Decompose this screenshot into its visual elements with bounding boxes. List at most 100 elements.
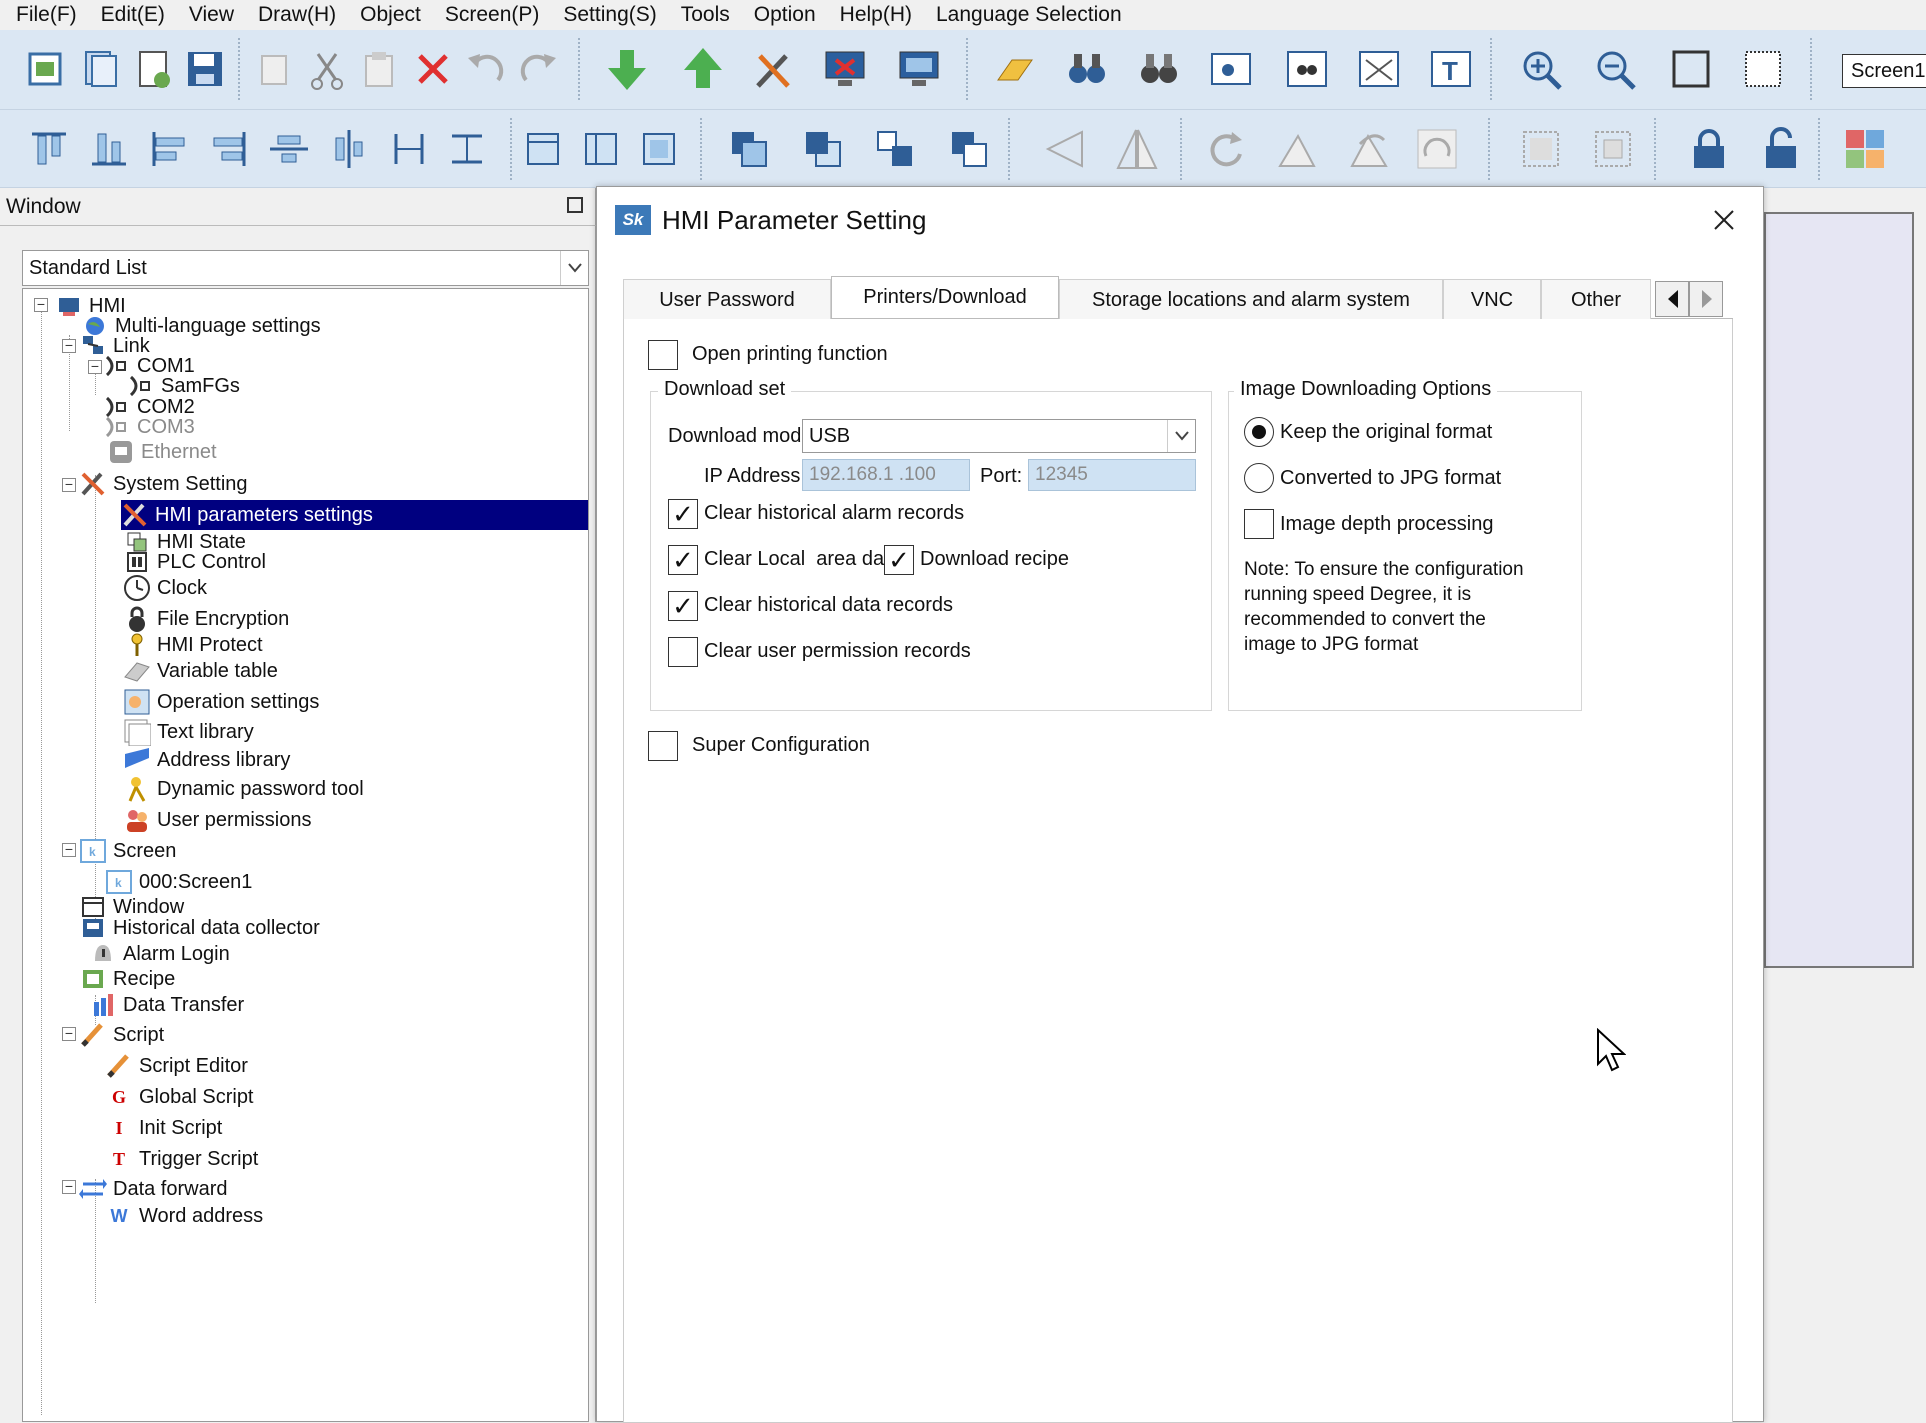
tree-item-user-permissions[interactable]: User permissions (123, 805, 311, 835)
redo-icon[interactable] (516, 46, 562, 92)
same-size-icon[interactable] (636, 126, 682, 172)
fit-screen-icon[interactable] (1668, 46, 1714, 92)
list-type-select[interactable]: Standard List (22, 250, 589, 286)
image-depth-checkbox[interactable] (1244, 509, 1274, 539)
align-right-icon[interactable] (206, 126, 252, 172)
same-height-icon[interactable] (578, 126, 624, 172)
copy-icon[interactable] (252, 46, 298, 92)
rotate-right-icon[interactable] (1346, 126, 1392, 172)
tree-item-script[interactable]: Script (79, 1020, 164, 1050)
tab-other[interactable]: Other (1541, 279, 1651, 319)
expand-link[interactable]: − (62, 338, 76, 353)
compile-tools-icon[interactable] (750, 46, 796, 92)
cross-reference-icon[interactable] (1284, 46, 1330, 92)
project-tree[interactable]: − − − − − − − HMI Multi-language setting… (22, 288, 589, 1422)
grid-icon[interactable] (1740, 46, 1786, 92)
tab-scroll-left-icon[interactable] (1655, 281, 1689, 317)
library-icon[interactable] (992, 46, 1038, 92)
distribute-vertical-icon[interactable] (444, 126, 490, 172)
save-icon[interactable] (182, 46, 228, 92)
download-recipe-checkbox[interactable]: ✓ (884, 545, 914, 575)
group-icon[interactable] (1518, 126, 1564, 172)
port-input[interactable]: 12345 (1028, 459, 1196, 491)
distribute-horizontal-icon[interactable] (386, 126, 432, 172)
download-icon[interactable] (604, 46, 650, 92)
expand-system-setting[interactable]: − (62, 477, 76, 492)
dialog-titlebar[interactable]: Sk HMI Parameter Setting (597, 187, 1763, 255)
tab-user-password[interactable]: User Password (623, 279, 831, 319)
menu-help[interactable]: Help(H) (828, 0, 924, 30)
menu-option[interactable]: Option (742, 0, 828, 30)
tree-item-data-forward[interactable]: Data forward (79, 1174, 228, 1204)
chevron-down-icon[interactable] (560, 251, 588, 285)
reset-transform-icon[interactable] (1414, 126, 1460, 172)
expand-hmi[interactable]: − (34, 297, 48, 312)
unlock-icon[interactable] (1758, 126, 1804, 172)
offline-simulation-icon[interactable] (822, 46, 868, 92)
new-file-icon[interactable] (130, 46, 176, 92)
multi-language-text-icon[interactable] (1842, 126, 1888, 172)
ungroup-icon[interactable] (1590, 126, 1636, 172)
expand-data-forward[interactable]: − (62, 1179, 76, 1194)
delete-icon[interactable] (410, 46, 456, 92)
super-config-checkbox[interactable] (648, 731, 678, 761)
convert-jpg-radio[interactable] (1244, 463, 1274, 493)
flip-horizontal-icon[interactable] (1042, 126, 1088, 172)
menu-object[interactable]: Object (348, 0, 433, 30)
expand-com1[interactable]: − (88, 359, 102, 374)
replace-icon[interactable] (1136, 46, 1182, 92)
tree-item-system-setting[interactable]: System Setting (79, 469, 248, 499)
rotate-icon[interactable] (1202, 126, 1248, 172)
download-mode-select[interactable]: USB (802, 419, 1196, 453)
clear-local-checkbox[interactable]: ✓ (668, 545, 698, 575)
align-left-icon[interactable] (146, 126, 192, 172)
tree-item-text-library[interactable]: Text library (123, 717, 254, 747)
send-back-icon[interactable] (800, 126, 846, 172)
bring-front-icon[interactable] (726, 126, 772, 172)
tree-item-address-library[interactable]: Address library (123, 745, 290, 775)
rotate-left-icon[interactable] (1274, 126, 1320, 172)
tree-item-trigger-script[interactable]: T Trigger Script (105, 1144, 258, 1174)
tree-item-screen[interactable]: k Screen (79, 836, 176, 866)
align-top-icon[interactable] (26, 126, 72, 172)
paste-icon[interactable] (356, 46, 402, 92)
zoom-in-icon[interactable] (1518, 46, 1564, 92)
cut-icon[interactable] (304, 46, 350, 92)
forward-one-icon[interactable] (872, 126, 918, 172)
screen-canvas[interactable] (1764, 212, 1914, 968)
chevron-down-icon[interactable] (1167, 420, 1195, 452)
upload-icon[interactable] (680, 46, 726, 92)
clear-data-checkbox[interactable]: ✓ (668, 591, 698, 621)
ip-address-input[interactable]: 192.168.1 .100 (802, 459, 970, 491)
menu-draw[interactable]: Draw(H) (246, 0, 348, 30)
tree-item-script-editor[interactable]: Script Editor (105, 1051, 248, 1081)
backward-one-icon[interactable] (946, 126, 992, 172)
menu-setting[interactable]: Setting(S) (551, 0, 668, 30)
find-icon[interactable] (1064, 46, 1110, 92)
tab-vnc[interactable]: VNC (1443, 279, 1541, 319)
open-icon[interactable] (78, 46, 124, 92)
keep-original-radio[interactable] (1244, 417, 1274, 447)
online-simulation-icon[interactable] (896, 46, 942, 92)
tab-storage-alarm[interactable]: Storage locations and alarm system (1059, 279, 1443, 319)
close-icon[interactable] (1705, 201, 1743, 239)
menu-edit[interactable]: Edit(E) (89, 0, 177, 30)
expand-screen[interactable]: − (62, 842, 76, 857)
menu-file[interactable]: File(F) (4, 0, 89, 30)
flip-vertical-icon[interactable] (1114, 126, 1160, 172)
check-icon[interactable] (1356, 46, 1402, 92)
menu-language[interactable]: Language Selection (924, 0, 1134, 30)
expand-script[interactable]: − (62, 1026, 76, 1041)
tree-item-dynamic-password[interactable]: Dynamic password tool (123, 774, 364, 804)
tree-item-global-script[interactable]: G Global Script (105, 1082, 254, 1112)
restore-icon[interactable] (567, 197, 583, 213)
lock-icon[interactable] (1686, 126, 1732, 172)
open-printing-checkbox[interactable] (648, 340, 678, 370)
menu-view[interactable]: View (177, 0, 246, 30)
zoom-out-icon[interactable] (1592, 46, 1638, 92)
address-window-icon[interactable] (1208, 46, 1254, 92)
menu-tools[interactable]: Tools (669, 0, 742, 30)
text-tool-icon[interactable]: T (1428, 46, 1474, 92)
tree-item-init-script[interactable]: I Init Script (105, 1113, 222, 1143)
tab-scroll-right-icon[interactable] (1689, 281, 1723, 317)
